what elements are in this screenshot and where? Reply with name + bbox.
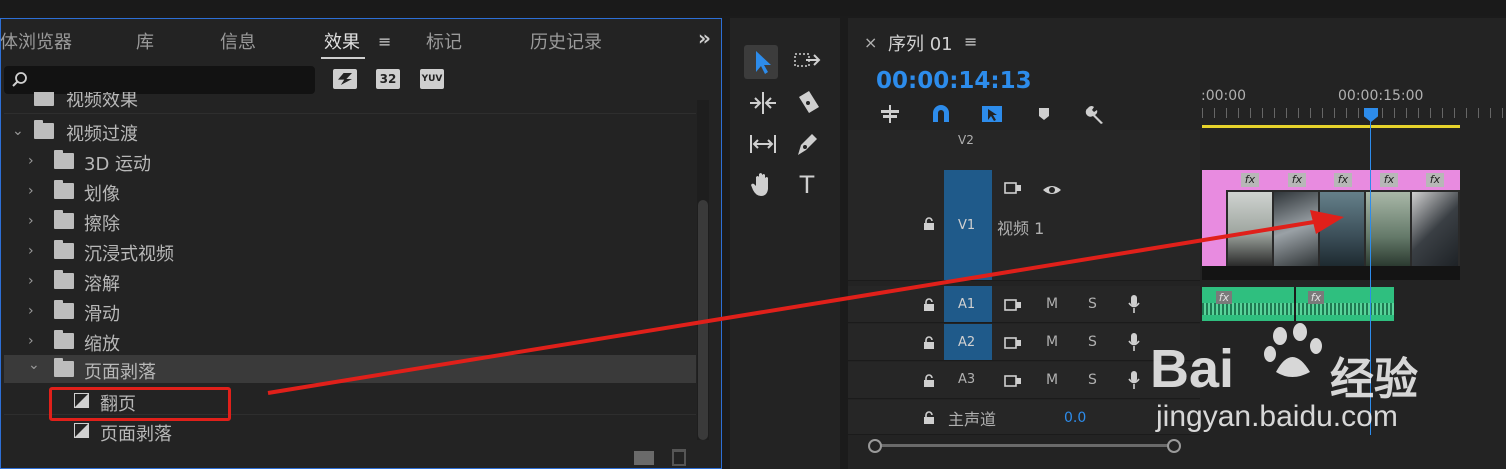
watermark-url: jingyan.baidu.com [1156,400,1398,433]
watermark-logo: Bai [1150,338,1234,400]
watermark-brand-2: 经验 [1330,354,1418,405]
watermark-brand: Bai [1150,339,1235,399]
paw-icon [1264,323,1322,377]
annotation-arrow [267,210,1344,395]
